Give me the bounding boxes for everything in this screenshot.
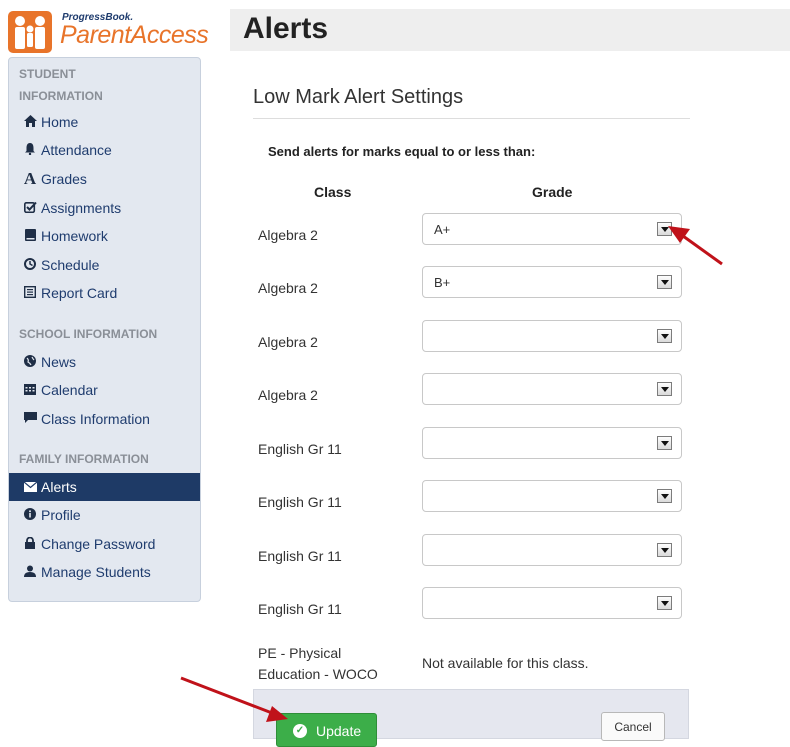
- class-label: English Gr 11: [258, 601, 342, 617]
- class-label: Algebra 2: [258, 387, 318, 403]
- sidebar-item-label: Change Password: [41, 536, 156, 552]
- class-label: Algebra 2: [258, 280, 318, 296]
- grade-select-value: B+: [434, 275, 451, 290]
- class-label: English Gr 11: [258, 441, 342, 457]
- sidebar-item-report-card[interactable]: Report Card: [9, 279, 200, 307]
- sidebar-item-label: Grades: [41, 171, 87, 187]
- sidebar-item-label: Home: [41, 114, 79, 130]
- sidebar-item-calendar[interactable]: Calendar: [9, 376, 200, 404]
- bell-icon: [21, 142, 39, 158]
- column-header-grade: Grade: [532, 184, 573, 200]
- school-info-header: SCHOOL INFORMATION: [19, 327, 158, 341]
- grades-icon: A: [23, 169, 37, 188]
- not-available-note: Not available for this class.: [422, 655, 589, 671]
- sidebar-item-homework[interactable]: Homework: [9, 222, 200, 250]
- grade-select[interactable]: [422, 587, 682, 619]
- dropdown-arrow-icon[interactable]: [657, 275, 672, 289]
- instruction-text: Send alerts for marks equal to or less t…: [268, 144, 536, 159]
- sidebar-item-label: Alerts: [41, 479, 77, 495]
- envelope-icon: [21, 480, 39, 495]
- page-title: Alerts: [243, 12, 329, 45]
- sidebar-item-news[interactable]: News: [9, 348, 200, 376]
- sidebar-item-attendance[interactable]: Attendance: [9, 136, 200, 164]
- info-icon: [21, 507, 39, 523]
- family-logo-icon: [8, 11, 52, 53]
- grade-select-value: A+: [434, 222, 451, 237]
- sidebar-item-alerts[interactable]: Alerts: [9, 473, 200, 501]
- check-circle-icon: ✓: [293, 724, 307, 738]
- grade-select[interactable]: A+: [422, 213, 682, 245]
- progressbook-logo: ProgressBook. ParentAccess: [8, 9, 209, 53]
- sidebar-item-label: Schedule: [41, 257, 100, 273]
- grade-select[interactable]: B+: [422, 266, 682, 298]
- sidebar-item-label: Attendance: [41, 142, 112, 158]
- logo-brand-name: ParentAccess: [60, 21, 209, 49]
- class-label: Algebra 2: [258, 334, 318, 350]
- grade-select[interactable]: [422, 480, 682, 512]
- checkbox-icon: [21, 201, 39, 216]
- grade-select[interactable]: [422, 427, 682, 459]
- sidebar-item-label: Manage Students: [41, 564, 151, 580]
- section-title: Low Mark Alert Settings: [253, 86, 464, 108]
- grade-select[interactable]: [422, 320, 682, 352]
- sidebar-item-label: Assignments: [41, 200, 122, 216]
- dropdown-arrow-icon[interactable]: [657, 596, 672, 610]
- sidebar-item-label: Homework: [41, 228, 108, 244]
- section-divider: [253, 118, 690, 119]
- class-label-line: Education - WOCO: [258, 666, 378, 682]
- grade-select[interactable]: [422, 373, 682, 405]
- sidebar-item-profile[interactable]: Profile: [9, 501, 200, 529]
- sidebar-item-assignments[interactable]: Assignments: [9, 194, 200, 222]
- class-label-line: PE - Physical: [258, 645, 342, 661]
- dropdown-arrow-icon[interactable]: [657, 329, 672, 343]
- cancel-button[interactable]: Cancel: [601, 712, 665, 741]
- class-label-pe: PE - Physical Education - WOCO: [258, 643, 388, 685]
- dropdown-arrow-icon[interactable]: [657, 436, 672, 450]
- class-label: Algebra 2: [258, 227, 318, 243]
- dropdown-arrow-icon[interactable]: [657, 382, 672, 396]
- globe-icon: [21, 354, 39, 370]
- dropdown-arrow-icon[interactable]: [657, 489, 672, 503]
- clock-icon: [21, 257, 39, 273]
- student-info-header: STUDENT INFORMATION: [19, 67, 103, 103]
- sidebar-item-label: Class Information: [41, 411, 150, 427]
- dropdown-arrow-icon[interactable]: [657, 543, 672, 557]
- update-button[interactable]: ✓ Update: [276, 713, 377, 747]
- report-icon: [21, 285, 39, 301]
- sidebar-item-label: Profile: [41, 507, 81, 523]
- calendar-icon: [21, 383, 39, 398]
- sidebar-item-label: Calendar: [41, 382, 98, 398]
- class-label: English Gr 11: [258, 494, 342, 510]
- dropdown-arrow-icon[interactable]: [657, 222, 672, 236]
- book-icon: [21, 228, 39, 244]
- sidebar-item-class-information[interactable]: Class Information: [9, 405, 200, 433]
- sidebar-item-label: Report Card: [41, 285, 118, 301]
- chat-icon: [21, 411, 39, 427]
- sidebar: STUDENT INFORMATION Home Attendance A Gr…: [8, 57, 201, 602]
- grade-select[interactable]: [422, 534, 682, 566]
- sidebar-item-grades[interactable]: A Grades: [9, 165, 200, 193]
- family-info-header: FAMILY INFORMATION: [19, 452, 149, 466]
- lock-icon: [21, 536, 39, 552]
- column-header-class: Class: [314, 184, 352, 200]
- sidebar-item-change-password[interactable]: Change Password: [9, 530, 200, 558]
- user-icon: [21, 565, 39, 580]
- sidebar-item-schedule[interactable]: Schedule: [9, 251, 200, 279]
- page-header: Alerts: [230, 9, 790, 51]
- home-icon: [21, 114, 39, 130]
- sidebar-item-home[interactable]: Home: [9, 108, 200, 136]
- class-label: English Gr 11: [258, 548, 342, 564]
- sidebar-item-label: News: [41, 354, 77, 370]
- sidebar-item-manage-students[interactable]: Manage Students: [9, 558, 200, 586]
- update-button-label: Update: [316, 723, 362, 739]
